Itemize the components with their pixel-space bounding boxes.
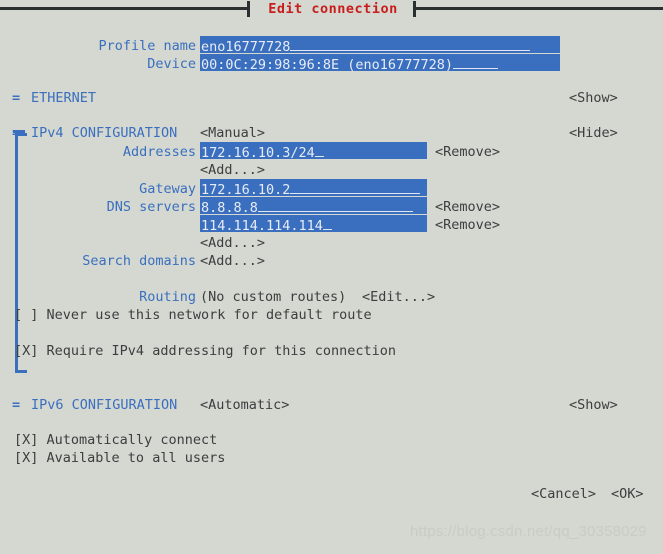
address-value-0: 172.16.10.3/24	[201, 145, 315, 159]
ethernet-collapse-marker-icon[interactable]: =	[12, 89, 20, 107]
watermark: https://blog.csdn.net/qq_30358029	[410, 523, 647, 540]
never-default-route-checkbox[interactable]: [ ] Never use this network for default r…	[14, 306, 372, 324]
search-domains-add-button[interactable]: <Add...>	[200, 252, 265, 270]
dns-remove-button-1[interactable]: <Remove>	[435, 216, 500, 234]
ok-button[interactable]: <OK>	[611, 485, 644, 503]
gateway-label: Gateway	[139, 181, 196, 197]
dns-value-0: 8.8.8.8	[201, 200, 258, 214]
ipv4-hide-button[interactable]: <Hide>	[569, 124, 618, 142]
profile-name-value: eno16777728	[201, 39, 291, 53]
ipv6-section-title: IPv6 CONFIGURATION	[31, 397, 178, 413]
routing-edit-button[interactable]: <Edit...>	[362, 288, 435, 306]
titlebar-rule-right	[416, 7, 663, 10]
dns-value-1: 114.114.114.114	[201, 218, 323, 232]
address-add-button[interactable]: <Add...>	[200, 161, 265, 179]
window-title: Edit connection	[268, 1, 398, 17]
address-remove-button-0[interactable]: <Remove>	[435, 143, 500, 161]
never-default-route-checkbox-glyph: [ ]	[14, 307, 39, 323]
available-to-all-users-label: Available to all users	[46, 450, 226, 466]
require-ipv4-label: Require IPv4 addressing for this connect…	[46, 343, 397, 359]
titlebar-tick-left	[247, 1, 250, 17]
addresses-label: Addresses	[122, 144, 196, 160]
dns-remove-button-0[interactable]: <Remove>	[435, 198, 500, 216]
gateway-input[interactable]: 172.16.10.2	[200, 179, 427, 196]
device-label: Device	[147, 56, 196, 72]
routing-label: Routing	[139, 289, 196, 305]
profile-name-input[interactable]: eno16777728	[200, 36, 560, 53]
cancel-button[interactable]: <Cancel>	[531, 485, 596, 503]
dns-add-button[interactable]: <Add...>	[200, 234, 265, 252]
ipv6-method-select[interactable]: <Automatic>	[200, 396, 289, 414]
device-value: 00:0C:29:98:96:8E (eno16777728)	[201, 57, 453, 71]
ethernet-show-button[interactable]: <Show>	[569, 89, 618, 107]
dns-input-0[interactable]: 8.8.8.8	[200, 197, 427, 214]
search-domains-label: Search domains	[82, 253, 196, 269]
ipv4-group-bracket-nub	[13, 130, 25, 133]
ipv4-section-title: IPv4 CONFIGURATION	[31, 125, 178, 141]
dns-caret-1	[322, 215, 332, 230]
available-to-all-users-checkbox-glyph: [X]	[14, 450, 39, 466]
automatically-connect-checkbox-glyph: [X]	[14, 432, 39, 448]
address-input-0[interactable]: 172.16.10.3/24	[200, 142, 427, 159]
never-default-route-label: Never use this network for default route	[46, 307, 372, 323]
dns-input-1[interactable]: 114.114.114.114	[200, 215, 427, 232]
require-ipv4-checkbox[interactable]: [X] Require IPv4 addressing for this con…	[14, 342, 396, 360]
routing-status: (No custom routes)	[200, 289, 347, 305]
profile-name-label: Profile name	[98, 38, 196, 54]
ipv4-method-select[interactable]: <Manual>	[200, 124, 266, 144]
ipv6-show-button[interactable]: <Show>	[569, 396, 618, 414]
device-caret	[452, 54, 498, 69]
titlebar-rule-left	[0, 7, 247, 10]
ipv6-collapse-marker-icon[interactable]: =	[12, 396, 20, 414]
dns-servers-label: DNS servers	[106, 199, 196, 215]
profile-name-caret	[290, 36, 531, 51]
terminal-screen: Edit connection Profile name eno16777728…	[0, 0, 663, 554]
gateway-value: 172.16.10.2	[201, 182, 291, 196]
window-titlebar: Edit connection	[0, 0, 663, 18]
automatically-connect-label: Automatically connect	[46, 432, 218, 448]
dns-caret-0	[257, 197, 413, 212]
address-caret-0	[314, 142, 324, 157]
require-ipv4-checkbox-glyph: [X]	[14, 343, 39, 359]
device-input[interactable]: 00:0C:29:98:96:8E (eno16777728)	[200, 54, 560, 71]
automatically-connect-checkbox[interactable]: [X] Automatically connect	[14, 431, 217, 449]
available-to-all-users-checkbox[interactable]: [X] Available to all users	[14, 449, 225, 467]
ethernet-section-title: ETHERNET	[31, 90, 97, 106]
gateway-caret	[290, 179, 421, 194]
